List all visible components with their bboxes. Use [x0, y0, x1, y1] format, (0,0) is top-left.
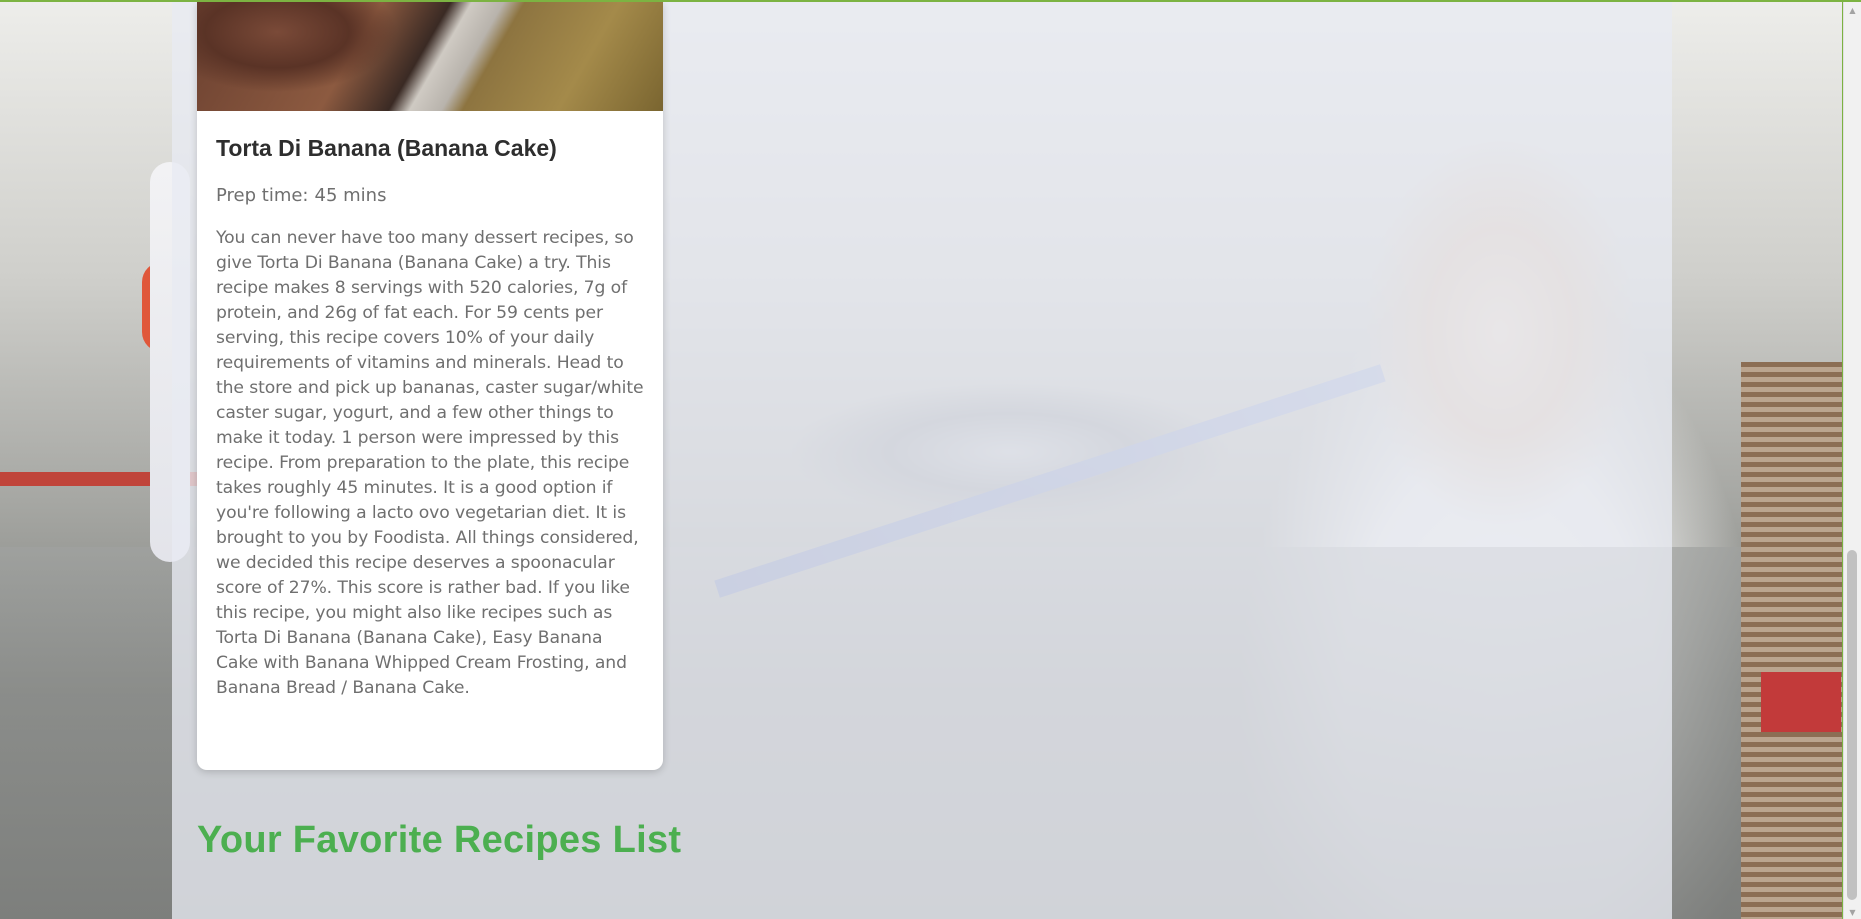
vertical-scrollbar[interactable]: ▲ ▼ — [1843, 2, 1861, 919]
scroll-thumb[interactable] — [1847, 550, 1857, 900]
prep-time: Prep time: 45 mins — [216, 185, 386, 206]
recipe-summary: You can never have too many dessert reci… — [216, 228, 644, 698]
recipe-card[interactable]: Torta Di Banana (Banana Cake) Prep time:… — [197, 2, 663, 770]
background-red-container — [1761, 672, 1841, 732]
scroll-down-arrow-icon[interactable]: ▼ — [1844, 904, 1861, 919]
prep-time-value: 45 mins — [314, 185, 387, 206]
favorites-heading: Your Favorite Recipes List — [197, 819, 682, 861]
prep-time-label: Prep time: — [216, 185, 309, 206]
browser-viewport: Torta Di Banana (Banana Cake) Prep time:… — [0, 0, 1861, 919]
recipe-title[interactable]: Torta Di Banana (Banana Cake) — [216, 135, 557, 162]
scroll-up-arrow-icon[interactable]: ▲ — [1844, 2, 1861, 19]
recipe-image[interactable] — [197, 2, 663, 111]
